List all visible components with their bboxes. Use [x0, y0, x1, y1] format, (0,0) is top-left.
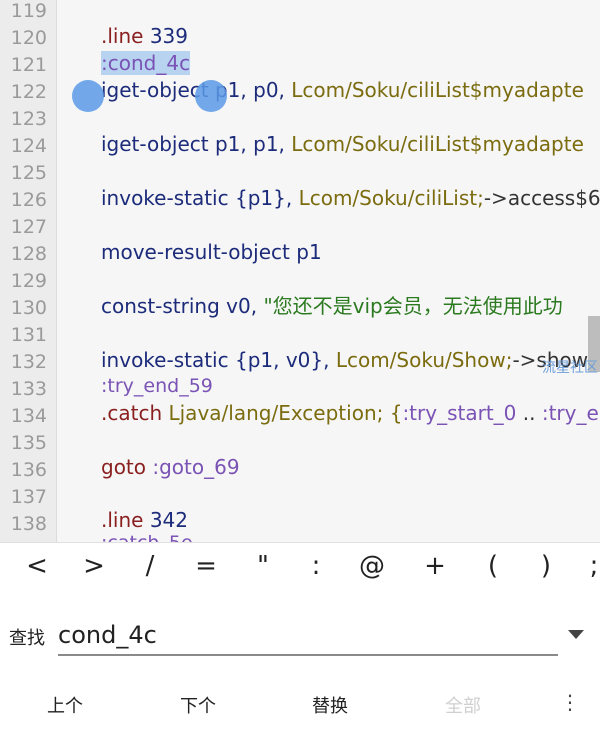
symbol-key[interactable]: +: [415, 551, 455, 581]
label: :try_end_59: [101, 375, 213, 397]
code-line[interactable]: iget-object p1, p0, Lcom/Soku/ciliList$m…: [101, 77, 584, 103]
replace-all-button[interactable]: 全部: [445, 692, 481, 718]
search-actions: 上个 下个 替换 全部 ⋮: [0, 670, 600, 735]
symbol-key[interactable]: (: [473, 551, 513, 581]
class-reference: Lcom/Soku/ciliList$myadapte: [291, 132, 584, 156]
class-reference: Ljava/lang/Exception; {: [162, 401, 403, 425]
line-number: 132: [10, 351, 47, 373]
line-number: 123: [10, 108, 47, 130]
line-number: 127: [10, 216, 47, 238]
line-number: 133: [10, 378, 47, 400]
symbol-key[interactable]: /: [130, 551, 170, 581]
opcode: invoke-static: [101, 348, 229, 372]
line-number: 125: [10, 162, 47, 184]
line-number: 138: [10, 513, 47, 535]
code-line[interactable]: invoke-static {p1, v0}, Lcom/Soku/Show;-…: [101, 347, 588, 373]
string-literal: "您还不是vip会员，无法使用此功: [263, 294, 563, 318]
opcode: iget-object: [101, 78, 209, 102]
symbol-key[interactable]: ): [526, 551, 566, 581]
search-label: 查找: [9, 628, 45, 649]
line-number: 134: [10, 405, 47, 427]
more-menu-icon[interactable]: ⋮: [560, 690, 580, 714]
label: :try_start_0: [402, 401, 517, 425]
number: 339: [149, 24, 188, 48]
line-number: 120: [10, 27, 47, 49]
code-line[interactable]: invoke-static {p1}, Lcom/Soku/ciliList;-…: [101, 185, 600, 211]
class-reference: Lcom/Soku/ciliList$myadapte: [291, 78, 584, 102]
directive: .line: [101, 24, 150, 48]
selected-label: :cond_4c: [101, 51, 191, 75]
code-line[interactable]: :cond_4c: [101, 50, 191, 76]
register: p1, p1,: [208, 132, 292, 156]
replace-button[interactable]: 替换: [312, 692, 348, 718]
code-line[interactable]: :try_end_59: [101, 373, 213, 399]
label: :goto_69: [146, 455, 240, 479]
code-line[interactable]: move-result-object p1: [101, 239, 322, 265]
register: v0,: [219, 294, 264, 318]
symbol-key[interactable]: :: [296, 551, 336, 581]
search-input[interactable]: [58, 616, 558, 656]
label: :catch_5e: [101, 532, 193, 542]
register: {p1, v0},: [228, 348, 336, 372]
symbol-keybar: < > / = " : @ + ( ) ;: [0, 542, 600, 599]
watermark: 流星社区: [542, 360, 598, 376]
register: {p1},: [228, 186, 299, 210]
previous-button[interactable]: 上个: [47, 692, 83, 718]
line-number: 119: [10, 0, 47, 22]
method-reference: ->access$6: [483, 186, 600, 210]
opcode: move-result-object: [101, 240, 290, 264]
next-button[interactable]: 下个: [180, 692, 216, 718]
code-line[interactable]: .catch Ljava/lang/Exception; {:try_start…: [101, 400, 599, 426]
code-editor[interactable]: 119 120 121 122 123 124 125 126 127 128 …: [0, 0, 600, 542]
line-number: 121: [10, 54, 47, 76]
line-number: 137: [10, 486, 47, 508]
opcode: iget-object: [101, 132, 209, 156]
code-line[interactable]: iget-object p1, p1, Lcom/Soku/ciliList$m…: [101, 131, 584, 157]
class-reference: Lcom/Soku/ciliList;: [298, 186, 484, 210]
opcode: invoke-static: [101, 186, 229, 210]
class-reference: Lcom/Soku/Show;: [335, 348, 513, 372]
opcode: goto: [101, 455, 147, 479]
number: 342: [149, 508, 188, 532]
code-line[interactable]: .line 339: [101, 23, 188, 49]
line-number: 122: [10, 81, 47, 103]
directive: .line: [101, 508, 150, 532]
code-line[interactable]: const-string v0, "您还不是vip会员，无法使用此功: [101, 293, 563, 319]
selection-end-handle[interactable]: [195, 80, 227, 112]
register: p1: [289, 240, 322, 264]
line-number: 129: [10, 270, 47, 292]
line-number: 136: [10, 459, 47, 481]
line-number: 126: [10, 189, 47, 211]
symbol-key[interactable]: @: [352, 551, 392, 581]
directive: .catch: [101, 401, 163, 425]
line-number: 130: [10, 297, 47, 319]
label: :try_e: [541, 401, 599, 425]
symbol-key[interactable]: ;: [574, 551, 600, 581]
symbol-key[interactable]: >: [74, 551, 114, 581]
selection-start-handle[interactable]: [72, 80, 104, 112]
register: , p0,: [240, 78, 292, 102]
line-number: 124: [10, 135, 47, 157]
symbol-key[interactable]: ": [243, 551, 283, 581]
symbol-key[interactable]: =: [186, 551, 226, 581]
line-number: 128: [10, 243, 47, 265]
code-line[interactable]: :catch_5e: [101, 530, 193, 542]
search-panel: 查找: [0, 598, 600, 670]
line-number-gutter: 119 120 121 122 123 124 125 126 127 128 …: [0, 0, 57, 542]
symbol-key[interactable]: <: [17, 551, 57, 581]
line-number: 131: [10, 324, 47, 346]
opcode: const-string: [101, 294, 220, 318]
history-dropdown-icon[interactable]: [568, 630, 584, 639]
line-number: 135: [10, 432, 47, 454]
code-line[interactable]: goto :goto_69: [101, 454, 240, 480]
range-separator: ..: [516, 401, 542, 425]
